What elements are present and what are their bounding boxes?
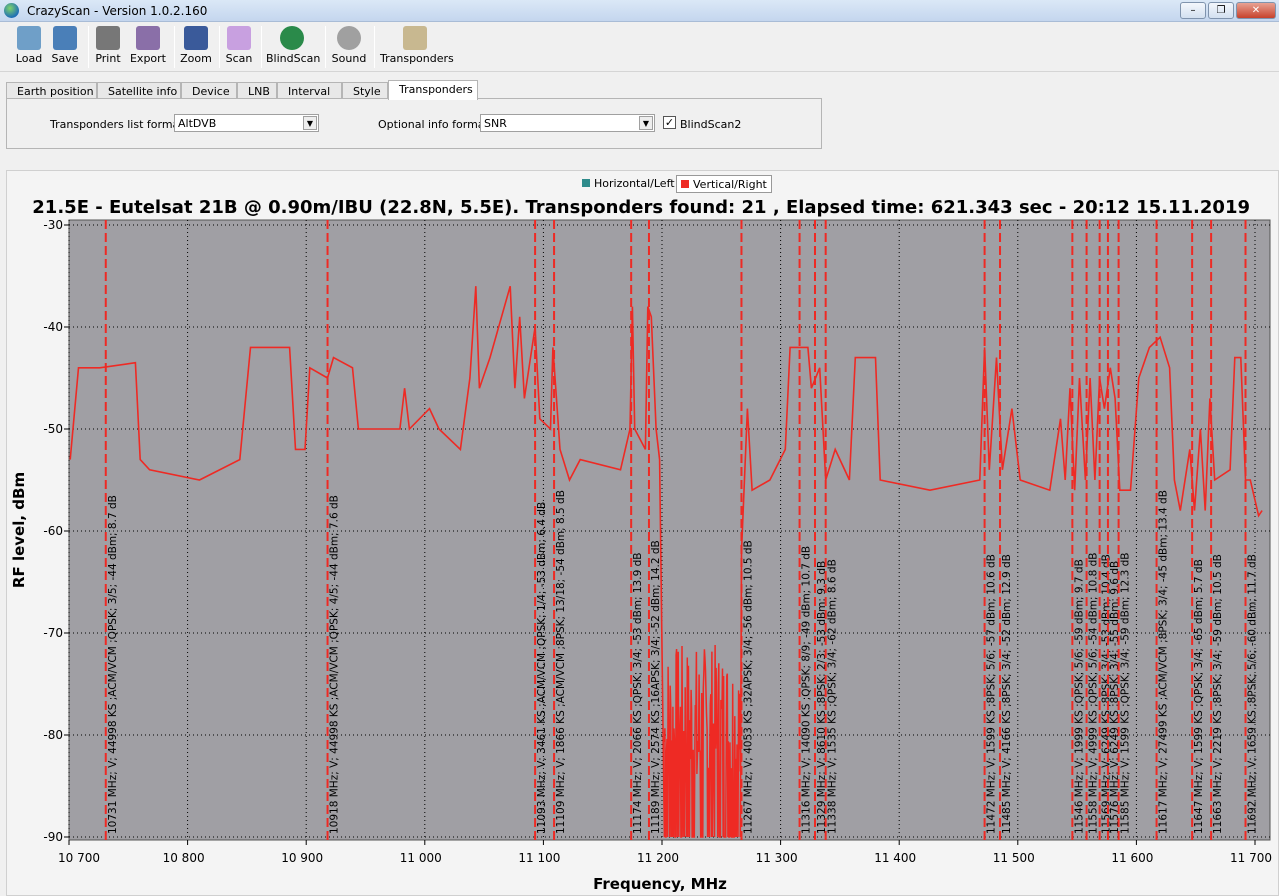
y-axis-label: RF level, dBm [10,472,28,588]
x-tick-label: 11 200 [637,851,679,865]
y-tick-label: -30 [43,218,63,232]
x-tick-label: 11 000 [400,851,442,865]
x-tick-label: 11 600 [1111,851,1153,865]
transponder-label: 11585 MHz; V; 1599 KS ;QPSK; 3/4; -59 dB… [1120,553,1132,834]
y-tick-label: -90 [43,830,63,844]
y-tick-label: -50 [43,422,63,436]
transponder-label: 11485 MHz; V; 4166 KS ;8PSK; 3/4; -52 dB… [1001,554,1013,834]
transponder-label: 11267 MHz; V; 4053 KS ;32APSK; 3/4; -56 … [742,540,754,834]
spectrum-chart[interactable]: 10 700 10 800 10 900 11 000 11 100 11 200 11 3… [0,0,1279,896]
transponder-label: 11189 MHz; V; 2574 KS ;16APSK; 3/4; -52 … [650,540,662,834]
transponder-label: 11546 MHz; V; 1999 KS ;QPSK; 5/6; -59 dB… [1073,559,1085,834]
y-tick-label: -40 [43,320,63,334]
transponder-label: 11647 MHz; V; 1599 KS ;QPSK; 3/4; -65 dB… [1193,559,1205,834]
transponder-label: 11093 MHz; V; 3461 KS ;ACM/VCM ;QPSK; 1/… [536,502,548,834]
transponder-label: 10918 MHz; V; 44998 KS ;ACM/VCM ;QPSK; 4… [329,495,341,834]
x-tick-label: 11 100 [518,851,560,865]
x-tick-label: 11 700 [1230,851,1272,865]
x-tick-label: 10 800 [163,851,205,865]
x-tick-label: 11 500 [993,851,1035,865]
transponder-label: 11174 MHz; V; 2066 KS ;QPSK; 3/4; -53 dB… [632,553,644,834]
transponder-label: 11472 MHz; V; 1599 KS ;8PSK; 5/6; -57 dB… [986,554,998,834]
x-tick-label: 10 700 [58,851,100,865]
x-tick-label: 11 400 [874,851,916,865]
y-tick-label: -70 [43,626,63,640]
transponder-label: 10731 MHz; V; 44998 KS ;ACM/VCM ;QPSK; 3… [107,495,119,834]
transponder-label: 11109 MHz; V; 1866 KS ;ACM/VCM ;8PSK; 13… [555,490,567,834]
x-tick-label: 10 900 [281,851,323,865]
tab-transponders[interactable]: Transponders [388,80,478,100]
x-axis-label: Frequency, MHz [593,875,727,893]
transponder-label: 11692 MHz; V; 1659 KS ;8PSK; 5/6; -60 dB… [1247,554,1259,834]
transponder-label: 11316 MHz; V; 14090 KS ;QPSK; 8/9; -49 d… [801,546,813,834]
transponder-label: 11338 MHz; V; 1535 KS ;QPSK; 3/4; -62 dB… [827,559,839,834]
transponder-label: 11663 MHz; V; 2219 KS ;8PSK; 3/4; -59 dB… [1212,554,1224,834]
y-tick-label: -80 [43,728,63,742]
x-tick-label: 11 300 [756,851,798,865]
transponder-label: 11617 MHz; V; 27499 KS ;ACM/VCM ;8PSK; 3… [1158,490,1170,834]
transponder-label: 11558 MHz; V; 4999 KS ;QPSK; 5/6; -54 dB… [1088,553,1100,834]
y-tick-label: -60 [43,524,63,538]
